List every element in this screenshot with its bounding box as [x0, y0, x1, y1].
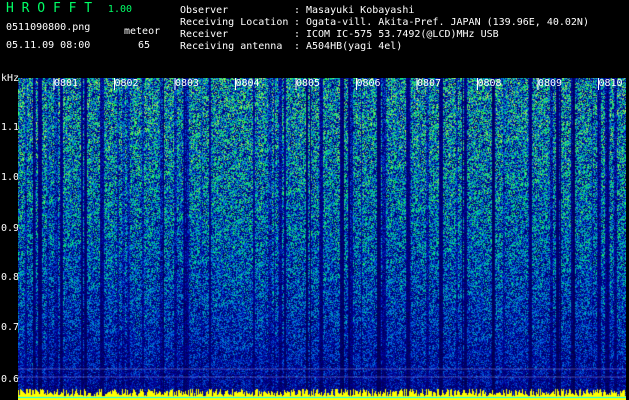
- y-tick-label: 0.7: [1, 322, 20, 333]
- y-tick-label: 0.8: [1, 272, 20, 283]
- observer-label: Observer: [180, 5, 229, 16]
- time-tick-label: 0801: [54, 78, 79, 89]
- meteor-count: 65: [138, 40, 151, 51]
- time-tick-label: 0806: [356, 78, 381, 89]
- y-tick-label: 1.1: [1, 122, 20, 133]
- location-value: Ogata-vill. Akita-Pref. JAPAN (139.96E, …: [306, 17, 589, 28]
- receiver-sep: :: [294, 29, 301, 40]
- time-tick-label: 0804: [235, 78, 260, 89]
- time-tick-label: 0808: [477, 78, 502, 89]
- time-tick-label: 0809: [538, 78, 563, 89]
- time-tick-label: 0802: [114, 78, 139, 89]
- location-sep: :: [294, 17, 301, 28]
- observer-sep: :: [294, 5, 301, 16]
- observer-value: Masayuki Kobayashi: [306, 5, 415, 16]
- time-tick-label: 0805: [296, 78, 321, 89]
- app-title: H R O F F T 1.00: [6, 1, 132, 16]
- antenna-label: Receiving antenna: [180, 41, 283, 52]
- antenna-value: A504HB(yagi 4el): [306, 41, 403, 52]
- time-tick-label: 0807: [417, 78, 442, 89]
- receiver-label: Receiver: [180, 29, 229, 40]
- app-title-text: H R O F F T: [6, 1, 93, 16]
- file-name: 0511090800.png: [6, 22, 91, 33]
- y-tick-label: 0.9: [1, 223, 20, 234]
- y-tick-label: 0.6: [1, 374, 20, 385]
- receiver-value: ICOM IC-575 53.7492(@LCD)MHz USB: [306, 29, 499, 40]
- file-datetime: 05.11.09 08:00: [6, 40, 91, 51]
- y-tick-label: 1.0: [1, 172, 20, 183]
- time-tick-label: 0803: [175, 78, 200, 89]
- antenna-sep: :: [294, 41, 301, 52]
- location-label: Receiving Location: [180, 17, 289, 28]
- meteor-label: meteor: [124, 26, 161, 37]
- app-version: 1.00: [107, 4, 133, 15]
- spectrogram-panel[interactable]: [18, 78, 626, 400]
- time-tick-label: 0810: [598, 78, 623, 89]
- spectrogram-canvas[interactable]: [18, 78, 626, 400]
- y-axis-unit: kHz: [1, 73, 20, 84]
